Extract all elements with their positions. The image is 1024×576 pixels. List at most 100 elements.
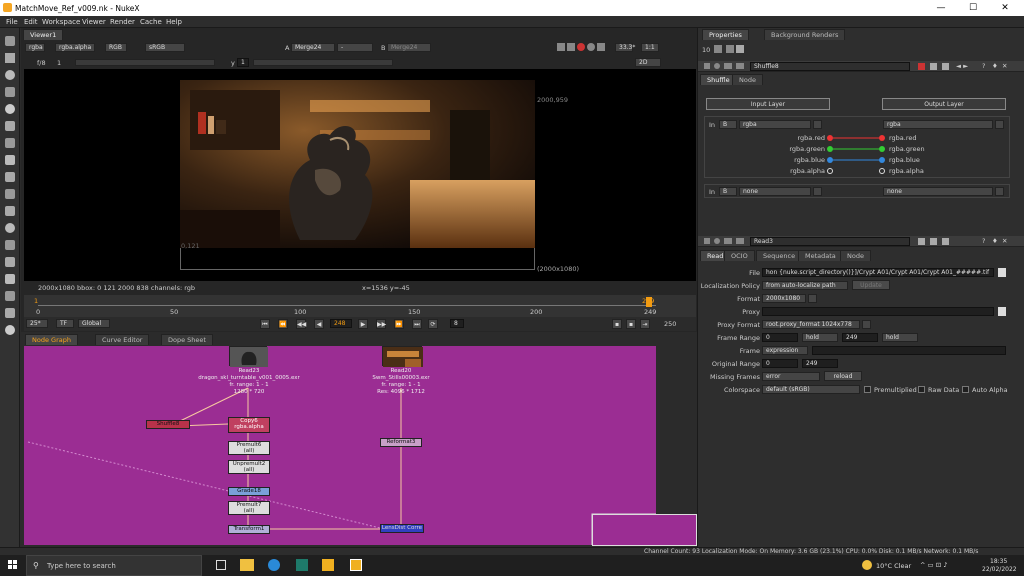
in-input-select[interactable]: B (719, 120, 737, 129)
tab-read-node[interactable]: Node (840, 250, 871, 261)
frame-end-field[interactable]: 249 (842, 333, 878, 342)
node-shuffle8[interactable]: Shuffle8 (146, 420, 190, 429)
views-tool-icon[interactable] (5, 206, 15, 216)
task-view-icon[interactable] (216, 560, 226, 570)
shuffle-name-field[interactable]: Shuffle8 (750, 62, 910, 71)
transform-tool-icon[interactable] (5, 172, 15, 182)
node-graph-canvas[interactable]: Read23 dragon_skl_turntable_v001_0005.ex… (24, 346, 656, 545)
minimize-button[interactable]: — (926, 0, 956, 16)
node-read23-thumbnail[interactable] (229, 346, 268, 367)
before-hold-select[interactable]: hold (802, 333, 838, 342)
channels-select[interactable]: rgba (25, 43, 45, 52)
snapshot-icon[interactable] (597, 43, 605, 51)
node-unpremult2[interactable]: Unpremult2 (all) (228, 460, 270, 474)
colorspace-select[interactable]: sRGB (145, 43, 185, 52)
tab-curve-editor[interactable]: Curve Editor (95, 334, 150, 345)
read-close-icon[interactable]: ✕ (1002, 237, 1007, 245)
menu-viewer[interactable]: Viewer (82, 18, 106, 26)
max-panels-icon[interactable] (714, 45, 722, 53)
3d-tool-icon[interactable] (5, 189, 15, 199)
menu-cache[interactable]: Cache (140, 18, 162, 26)
keyer-tool-icon[interactable] (5, 138, 15, 148)
node-read20-thumbnail[interactable] (382, 346, 423, 367)
view-mode-select[interactable]: 2D (635, 58, 661, 67)
proxy-format-edit[interactable] (862, 320, 871, 329)
node-premult6[interactable]: Premult6 (all) (228, 441, 270, 455)
tab-background-renders[interactable]: Background Renders (764, 29, 846, 40)
toolsets-tool-icon[interactable] (5, 240, 15, 250)
file-explorer-icon[interactable] (240, 559, 254, 571)
color-tool-icon[interactable] (5, 104, 15, 114)
other-tool-icon[interactable] (5, 257, 15, 267)
proxy-browse-icon[interactable] (998, 307, 1006, 316)
read-name-icon[interactable] (724, 238, 732, 244)
step-back-button[interactable]: ◀ (314, 319, 324, 329)
premultiplied-checkbox[interactable] (864, 386, 871, 393)
increment-field[interactable]: 8 (450, 319, 464, 328)
tab-shuffle-node[interactable]: Node (732, 74, 763, 85)
color-icon[interactable] (736, 63, 744, 69)
node-copy6[interactable]: Copy6 rgba.alpha (228, 417, 270, 433)
frame-start-field[interactable]: 0 (762, 333, 798, 342)
in2-layer-select[interactable]: none (739, 187, 811, 196)
pause-icon[interactable] (577, 43, 585, 51)
playhead[interactable] (646, 297, 652, 307)
first-frame-button[interactable]: ⏮ (260, 319, 270, 329)
tray-icons[interactable]: ^ ▭ ⊡ ♪ (920, 561, 947, 569)
a-input-select[interactable]: Merge24 (291, 43, 335, 52)
read-revert-icon[interactable] (930, 238, 937, 245)
node-lensdistortion[interactable]: LensDist Corre (380, 524, 424, 533)
close-button[interactable]: ✕ (990, 0, 1020, 16)
node-reformat3[interactable]: Reformat3 (380, 438, 422, 447)
read-name-field[interactable]: Read3 (750, 237, 910, 246)
deep-tool-icon[interactable] (5, 308, 15, 318)
metadata-tool-icon[interactable] (5, 223, 15, 233)
read-node-color-icon[interactable] (918, 238, 925, 245)
format-select[interactable]: 2000x1080 (762, 294, 806, 303)
loop-button[interactable]: ⟳ (428, 319, 438, 329)
name-icon[interactable] (724, 63, 732, 69)
read-color-icon[interactable] (736, 238, 744, 244)
prev-key-button[interactable]: ⏪ (278, 319, 288, 329)
taskbar-search-box[interactable]: ⚲ Type here to search (26, 555, 202, 576)
nukex-taskbar-icon[interactable] (350, 559, 362, 571)
after-hold-select[interactable]: hold (882, 333, 918, 342)
localization-select[interactable]: from auto-localize path (762, 281, 848, 290)
tab-sequence[interactable]: Sequence (756, 250, 803, 261)
nuke-taskbar-icon[interactable] (322, 559, 334, 571)
read-undo-icon[interactable] (942, 238, 949, 245)
furnace-tool-icon[interactable] (5, 274, 15, 284)
tf-select[interactable]: TF (56, 319, 74, 328)
tab-properties[interactable]: Properties (702, 29, 749, 40)
node-transform1[interactable]: Transform1 (228, 525, 270, 534)
clip-icon[interactable] (567, 43, 575, 51)
roi-icon[interactable] (557, 43, 565, 51)
range-button[interactable]: ▪ (626, 319, 636, 329)
y-field[interactable]: 1 (237, 58, 249, 67)
global-select[interactable]: Global (78, 319, 110, 328)
menu-render[interactable]: Render (110, 18, 135, 26)
clear-panels-icon[interactable] (726, 45, 734, 53)
in-layer-select[interactable]: rgba (739, 120, 811, 129)
time-tool-icon[interactable] (5, 70, 15, 80)
cara-tool-icon[interactable] (5, 325, 15, 335)
format-edit[interactable] (808, 294, 817, 303)
green-output-dot[interactable] (879, 146, 885, 152)
edge-icon[interactable] (268, 559, 280, 571)
next-increment-button[interactable]: ▶▶ (376, 319, 386, 329)
maximize-button[interactable]: ☐ (958, 0, 988, 16)
alpha-output-dot[interactable] (879, 168, 885, 174)
rgb-select[interactable]: RGB (105, 43, 127, 52)
tab-metadata[interactable]: Metadata (798, 250, 843, 261)
proxy-field[interactable] (762, 307, 994, 316)
b-input-select[interactable]: Merge24 (387, 43, 431, 52)
out-layer-add[interactable] (995, 120, 1004, 129)
redo-icon[interactable]: ◄ ► (956, 62, 968, 70)
zoom-select[interactable]: 33.3* (615, 43, 635, 52)
file-field[interactable]: hon {nuke.script_directory()}]/Crypt A01… (762, 268, 994, 277)
last-frame-button[interactable]: ⏭ (412, 319, 422, 329)
tab-ocio[interactable]: OCIO (724, 250, 755, 261)
blue-output-dot[interactable] (879, 157, 885, 163)
tab-node-graph[interactable]: Node Graph (25, 334, 78, 345)
auto-alpha-checkbox[interactable] (962, 386, 969, 393)
